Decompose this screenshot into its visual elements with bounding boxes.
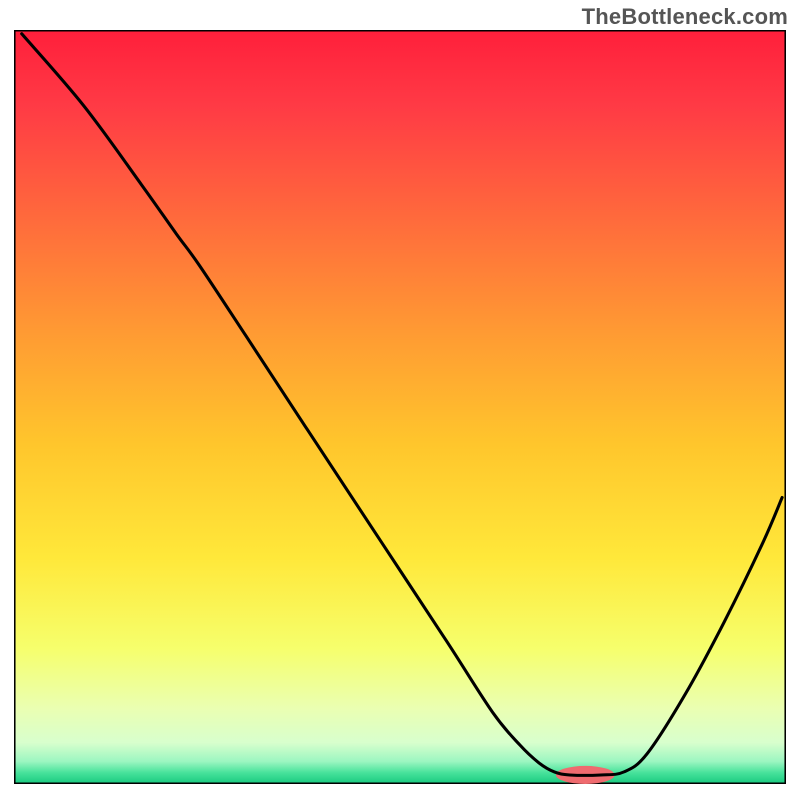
bottleneck-chart <box>14 30 786 784</box>
watermark-text: TheBottleneck.com <box>582 4 788 30</box>
chart-stage: TheBottleneck.com <box>0 0 800 800</box>
chart-background <box>14 30 786 784</box>
